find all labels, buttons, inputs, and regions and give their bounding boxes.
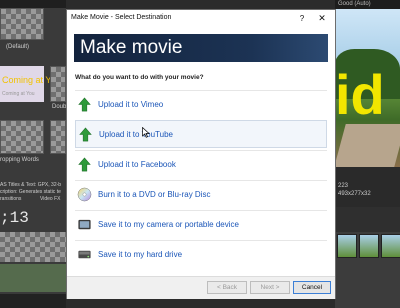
option-label: Upload it to Facebook	[98, 160, 176, 169]
video-preview: id	[335, 9, 400, 167]
preset-label-default: (Default)	[6, 44, 30, 50]
hard-drive-icon	[78, 250, 91, 259]
option-upload-facebook[interactable]: Upload it to Facebook	[75, 150, 327, 178]
destination-prompt: What do you want to do with your movie?	[75, 74, 204, 81]
upload-arrow-icon	[78, 97, 91, 112]
clip-thumbnail[interactable]	[359, 234, 379, 258]
next-button[interactable]: Next >	[250, 281, 290, 294]
preset-label-dropping: ropping Words	[0, 157, 39, 163]
timeline-track-1[interactable]	[0, 232, 66, 262]
banner-title: Make movie	[80, 37, 183, 58]
clip-thumbnail[interactable]	[381, 234, 400, 258]
upload-arrow-icon	[79, 127, 92, 142]
fx-info-line-3: ransitions	[0, 196, 22, 202]
right-preview-panel: Good (Auto) id 223 493x277x32	[335, 0, 400, 308]
preset-thumb-next[interactable]	[50, 120, 66, 154]
option-label: Burn it to a DVD or Blu-ray Disc	[98, 190, 211, 199]
fx-info-line-4: Video FX	[40, 196, 61, 202]
preset-thumb-default[interactable]	[0, 8, 44, 40]
preset-thumb-subtext: Coming at You	[2, 91, 35, 97]
option-upload-vimeo[interactable]: Upload it to Vimeo	[75, 90, 327, 118]
help-button[interactable]: ?	[296, 12, 308, 25]
disc-icon	[77, 187, 92, 202]
mouse-cursor-icon	[142, 127, 150, 138]
dialog-title: Make Movie - Select Destination	[71, 14, 172, 21]
preview-resolution: 493x277x32	[338, 191, 371, 197]
fx-info-line-2: cription: Generates static te	[0, 189, 61, 195]
preset-thumb-double[interactable]	[50, 66, 66, 102]
option-save-device[interactable]: Save it to my camera or portable device	[75, 210, 327, 238]
option-label: Upload it to YouTube	[99, 130, 173, 139]
option-label: Upload it to Vimeo	[98, 100, 164, 109]
option-save-hard-drive[interactable]: Save it to my hard drive	[75, 240, 327, 268]
preset-thumb-dropping-words[interactable]	[0, 120, 44, 154]
left-toolbar-strip	[0, 0, 66, 8]
fx-info-line-1: AS Titles & Text: GPX, 32-b	[0, 182, 62, 188]
option-burn-disc[interactable]: Burn it to a DVD or Blu-ray Disc	[75, 180, 327, 208]
make-movie-banner: Make movie	[74, 34, 328, 62]
clip-thumbnail[interactable]	[337, 234, 357, 258]
preview-road	[335, 124, 400, 167]
preview-quality-label[interactable]: Good (Auto)	[338, 1, 371, 7]
preview-frame-number: 223	[338, 183, 349, 189]
upload-arrow-icon	[78, 157, 91, 172]
timeline-track-3[interactable]	[0, 294, 66, 308]
timeline-track-2[interactable]	[0, 264, 66, 292]
preview-title-text: id	[335, 63, 385, 126]
make-movie-dialog: Make Movie - Select Destination ? ✕ Make…	[66, 9, 336, 299]
option-label: Save it to my camera or portable device	[98, 220, 239, 229]
dialog-footer: < Back Next > Cancel	[67, 276, 335, 299]
timeline-timecode: ;13	[0, 209, 29, 227]
cancel-button[interactable]: Cancel	[293, 281, 331, 294]
back-button[interactable]: < Back	[207, 281, 247, 294]
preview-toolbar: Good (Auto)	[335, 0, 400, 9]
right-timeline[interactable]	[335, 232, 400, 308]
close-button[interactable]: ✕	[316, 12, 328, 25]
preset-thumb-coming-at-you[interactable]: Coming at You Coming at You	[0, 66, 61, 102]
option-upload-youtube[interactable]: Upload it to YouTube	[75, 120, 327, 148]
left-media-panel: (Default) Coming at You Coming at You Do…	[0, 0, 71, 308]
preview-controls: 223 493x277x32	[335, 167, 400, 207]
dialog-titlebar[interactable]: Make Movie - Select Destination ? ✕	[67, 10, 335, 27]
option-label: Save it to my hard drive	[98, 250, 183, 259]
device-icon	[78, 219, 91, 230]
